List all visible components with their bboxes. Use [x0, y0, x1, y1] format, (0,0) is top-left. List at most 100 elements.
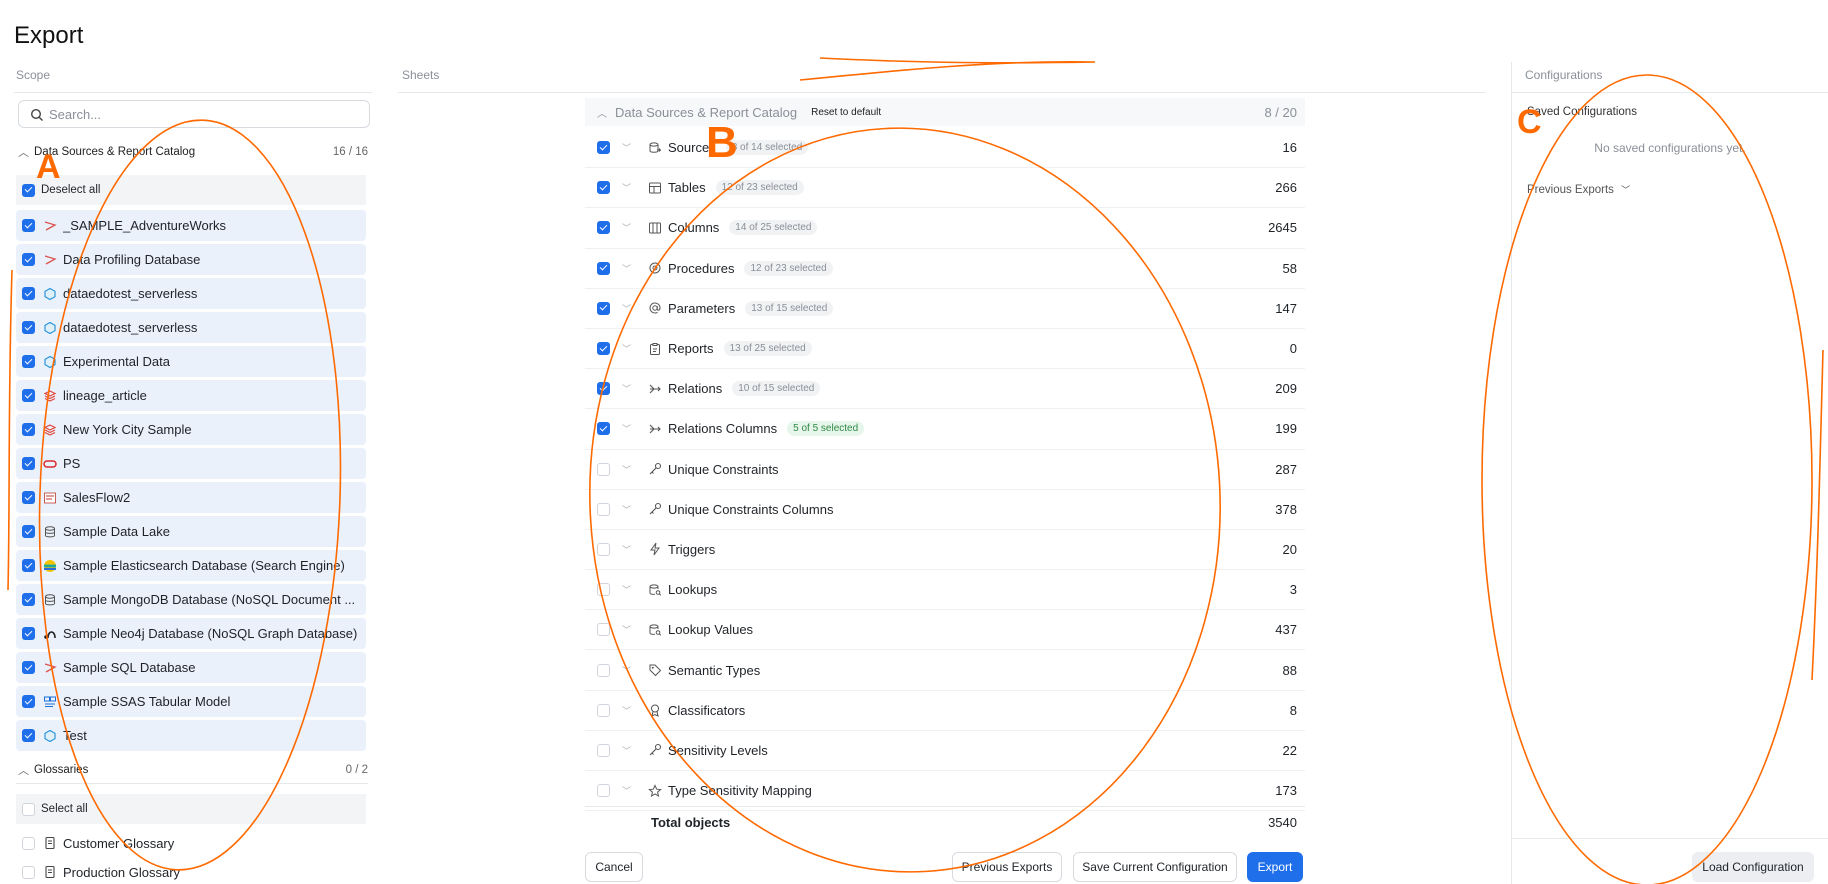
sheet-checkbox[interactable]	[597, 663, 610, 677]
source-checkbox[interactable]	[22, 423, 35, 436]
source-item[interactable]: dataedotest_serverless	[16, 278, 366, 309]
sheet-checkbox[interactable]	[597, 703, 610, 717]
sheet-checkbox[interactable]	[597, 784, 610, 798]
glossary-checkbox[interactable]	[22, 865, 35, 879]
sheet-checkbox[interactable]	[597, 181, 610, 195]
sheet-row[interactable]: ﹀ Sensitivity Levels 22	[585, 731, 1305, 771]
chevron-down-icon[interactable]: ﹀	[622, 664, 634, 677]
sheet-checkbox[interactable]	[597, 382, 610, 396]
deselect-all-toggle[interactable]: Deselect all	[16, 175, 366, 205]
source-checkbox[interactable]	[22, 457, 35, 470]
previous-exports-toggle[interactable]: Previous Exports ﹀	[1527, 183, 1630, 196]
select-all-toggle[interactable]: Select all	[16, 794, 366, 824]
source-item[interactable]: Sample Data Lake	[16, 516, 366, 547]
chevron-down-icon[interactable]: ﹀	[622, 744, 634, 757]
save-configuration-button[interactable]: Save Current Configuration	[1073, 852, 1237, 882]
chevron-down-icon[interactable]: ﹀	[622, 221, 634, 234]
source-checkbox[interactable]	[22, 253, 35, 266]
catalog-section-header[interactable]: ︿ Data Sources & Report Catalog 16 / 16	[18, 142, 368, 162]
previous-exports-button[interactable]: Previous Exports	[952, 852, 1062, 882]
select-all-checkbox[interactable]	[22, 802, 35, 816]
sheet-row[interactable]: ﹀ Sources 8 of 14 selected 16	[585, 128, 1305, 169]
chevron-down-icon[interactable]: ﹀	[622, 543, 634, 556]
source-item[interactable]: Test	[16, 720, 366, 751]
chevron-down-icon[interactable]: ﹀	[622, 704, 634, 717]
source-item[interactable]: Sample Neo4j Database (NoSQL Graph Datab…	[16, 618, 366, 649]
source-checkbox[interactable]	[22, 593, 35, 606]
source-item[interactable]: New York City Sample	[16, 414, 366, 445]
source-checkbox[interactable]	[22, 321, 35, 334]
source-checkbox[interactable]	[22, 389, 35, 402]
glossary-checkbox[interactable]	[22, 836, 35, 850]
export-button[interactable]: Export	[1247, 852, 1303, 882]
source-item[interactable]: Data Profiling Database	[16, 244, 366, 275]
chevron-down-icon[interactable]: ﹀	[622, 503, 634, 516]
reset-to-default-button[interactable]: Reset to default	[811, 107, 881, 118]
sheet-checkbox[interactable]	[597, 342, 610, 356]
sheet-checkbox[interactable]	[597, 462, 610, 476]
search-input[interactable]: Search...	[18, 100, 370, 128]
chevron-down-icon[interactable]: ﹀	[622, 181, 634, 194]
sheet-checkbox[interactable]	[597, 502, 610, 516]
sheet-checkbox[interactable]	[597, 583, 610, 597]
chevron-down-icon[interactable]: ﹀	[622, 422, 634, 435]
sheet-row[interactable]: ﹀ Tables 12 of 23 selected 266	[585, 168, 1305, 209]
chevron-down-icon[interactable]: ﹀	[622, 583, 634, 596]
source-checkbox[interactable]	[22, 491, 35, 504]
sheet-checkbox[interactable]	[597, 743, 610, 757]
sheet-row[interactable]: ﹀ Unique Constraints 287	[585, 450, 1305, 490]
source-checkbox[interactable]	[22, 661, 35, 674]
sheet-row[interactable]: ﹀ Reports 13 of 25 selected 0	[585, 329, 1305, 370]
sheet-row[interactable]: ﹀ Relations Columns 5 of 5 selected 199	[585, 409, 1305, 450]
source-item[interactable]: dataedotest_serverless	[16, 312, 366, 343]
source-checkbox[interactable]	[22, 695, 35, 708]
source-checkbox[interactable]	[22, 627, 35, 640]
chevron-down-icon[interactable]: ﹀	[622, 342, 634, 355]
deselect-all-checkbox[interactable]	[22, 183, 35, 197]
glossary-item[interactable]: Production Glossary	[16, 857, 366, 884]
sheets-section-header[interactable]: ︿ Data Sources & Report Catalog Reset to…	[585, 98, 1305, 126]
sheet-row[interactable]: ﹀ Lookup Values 437	[585, 610, 1305, 651]
chevron-down-icon[interactable]: ﹀	[622, 623, 634, 636]
load-configuration-button[interactable]: Load Configuration	[1692, 852, 1814, 882]
sheet-row[interactable]: ﹀ Unique Constraints Columns 378	[585, 490, 1305, 530]
source-item[interactable]: Experimental Data	[16, 346, 366, 377]
sheet-row[interactable]: ﹀ Parameters 13 of 15 selected 147	[585, 289, 1305, 329]
source-checkbox[interactable]	[22, 287, 35, 300]
source-item[interactable]: PS	[16, 448, 366, 479]
sheet-checkbox[interactable]	[597, 422, 610, 436]
glossary-item[interactable]: Customer Glossary	[16, 828, 366, 858]
source-item[interactable]: Sample Elasticsearch Database (Search En…	[16, 550, 366, 581]
chevron-down-icon[interactable]: ﹀	[622, 262, 634, 275]
sheet-row[interactable]: ﹀ Lookups 3	[585, 570, 1305, 611]
sheet-row[interactable]: ﹀ Semantic Types 88	[585, 650, 1305, 691]
source-item[interactable]: lineage_article	[16, 380, 366, 411]
source-item[interactable]: SalesFlow2	[16, 482, 366, 513]
source-item[interactable]: Sample SQL Database	[16, 652, 366, 683]
sheet-row[interactable]: ﹀ Procedures 12 of 23 selected 58	[585, 249, 1305, 289]
source-checkbox[interactable]	[22, 559, 35, 572]
chevron-down-icon[interactable]: ﹀	[622, 463, 634, 476]
chevron-down-icon[interactable]: ﹀	[622, 141, 634, 154]
glossaries-section-header[interactable]: ︿ Glossaries 0 / 2	[18, 760, 368, 780]
sheet-checkbox[interactable]	[597, 542, 610, 556]
source-checkbox[interactable]	[22, 219, 35, 232]
sheet-row[interactable]: ﹀ Triggers 20	[585, 530, 1305, 571]
chevron-down-icon[interactable]: ﹀	[622, 382, 634, 395]
sheet-checkbox[interactable]	[597, 261, 610, 275]
sheet-row[interactable]: ﹀ Columns 14 of 25 selected 2645	[585, 208, 1305, 249]
chevron-down-icon[interactable]: ﹀	[622, 302, 634, 315]
sheet-row[interactable]: ﹀ Classificators 8	[585, 691, 1305, 731]
cancel-button[interactable]: Cancel	[585, 852, 643, 882]
source-item[interactable]: Sample SSAS Tabular Model	[16, 686, 366, 717]
source-checkbox[interactable]	[22, 525, 35, 538]
sheet-checkbox[interactable]	[597, 623, 610, 637]
source-item[interactable]: Sample MongoDB Database (NoSQL Document …	[16, 584, 366, 615]
source-item[interactable]: _SAMPLE_AdventureWorks	[16, 210, 366, 241]
sheet-checkbox[interactable]	[597, 301, 610, 315]
sheet-checkbox[interactable]	[597, 141, 610, 155]
sheet-checkbox[interactable]	[597, 221, 610, 235]
sheet-row[interactable]: ﹀ Relations 10 of 15 selected 209	[585, 369, 1305, 410]
source-checkbox[interactable]	[22, 729, 35, 742]
source-checkbox[interactable]	[22, 355, 35, 368]
